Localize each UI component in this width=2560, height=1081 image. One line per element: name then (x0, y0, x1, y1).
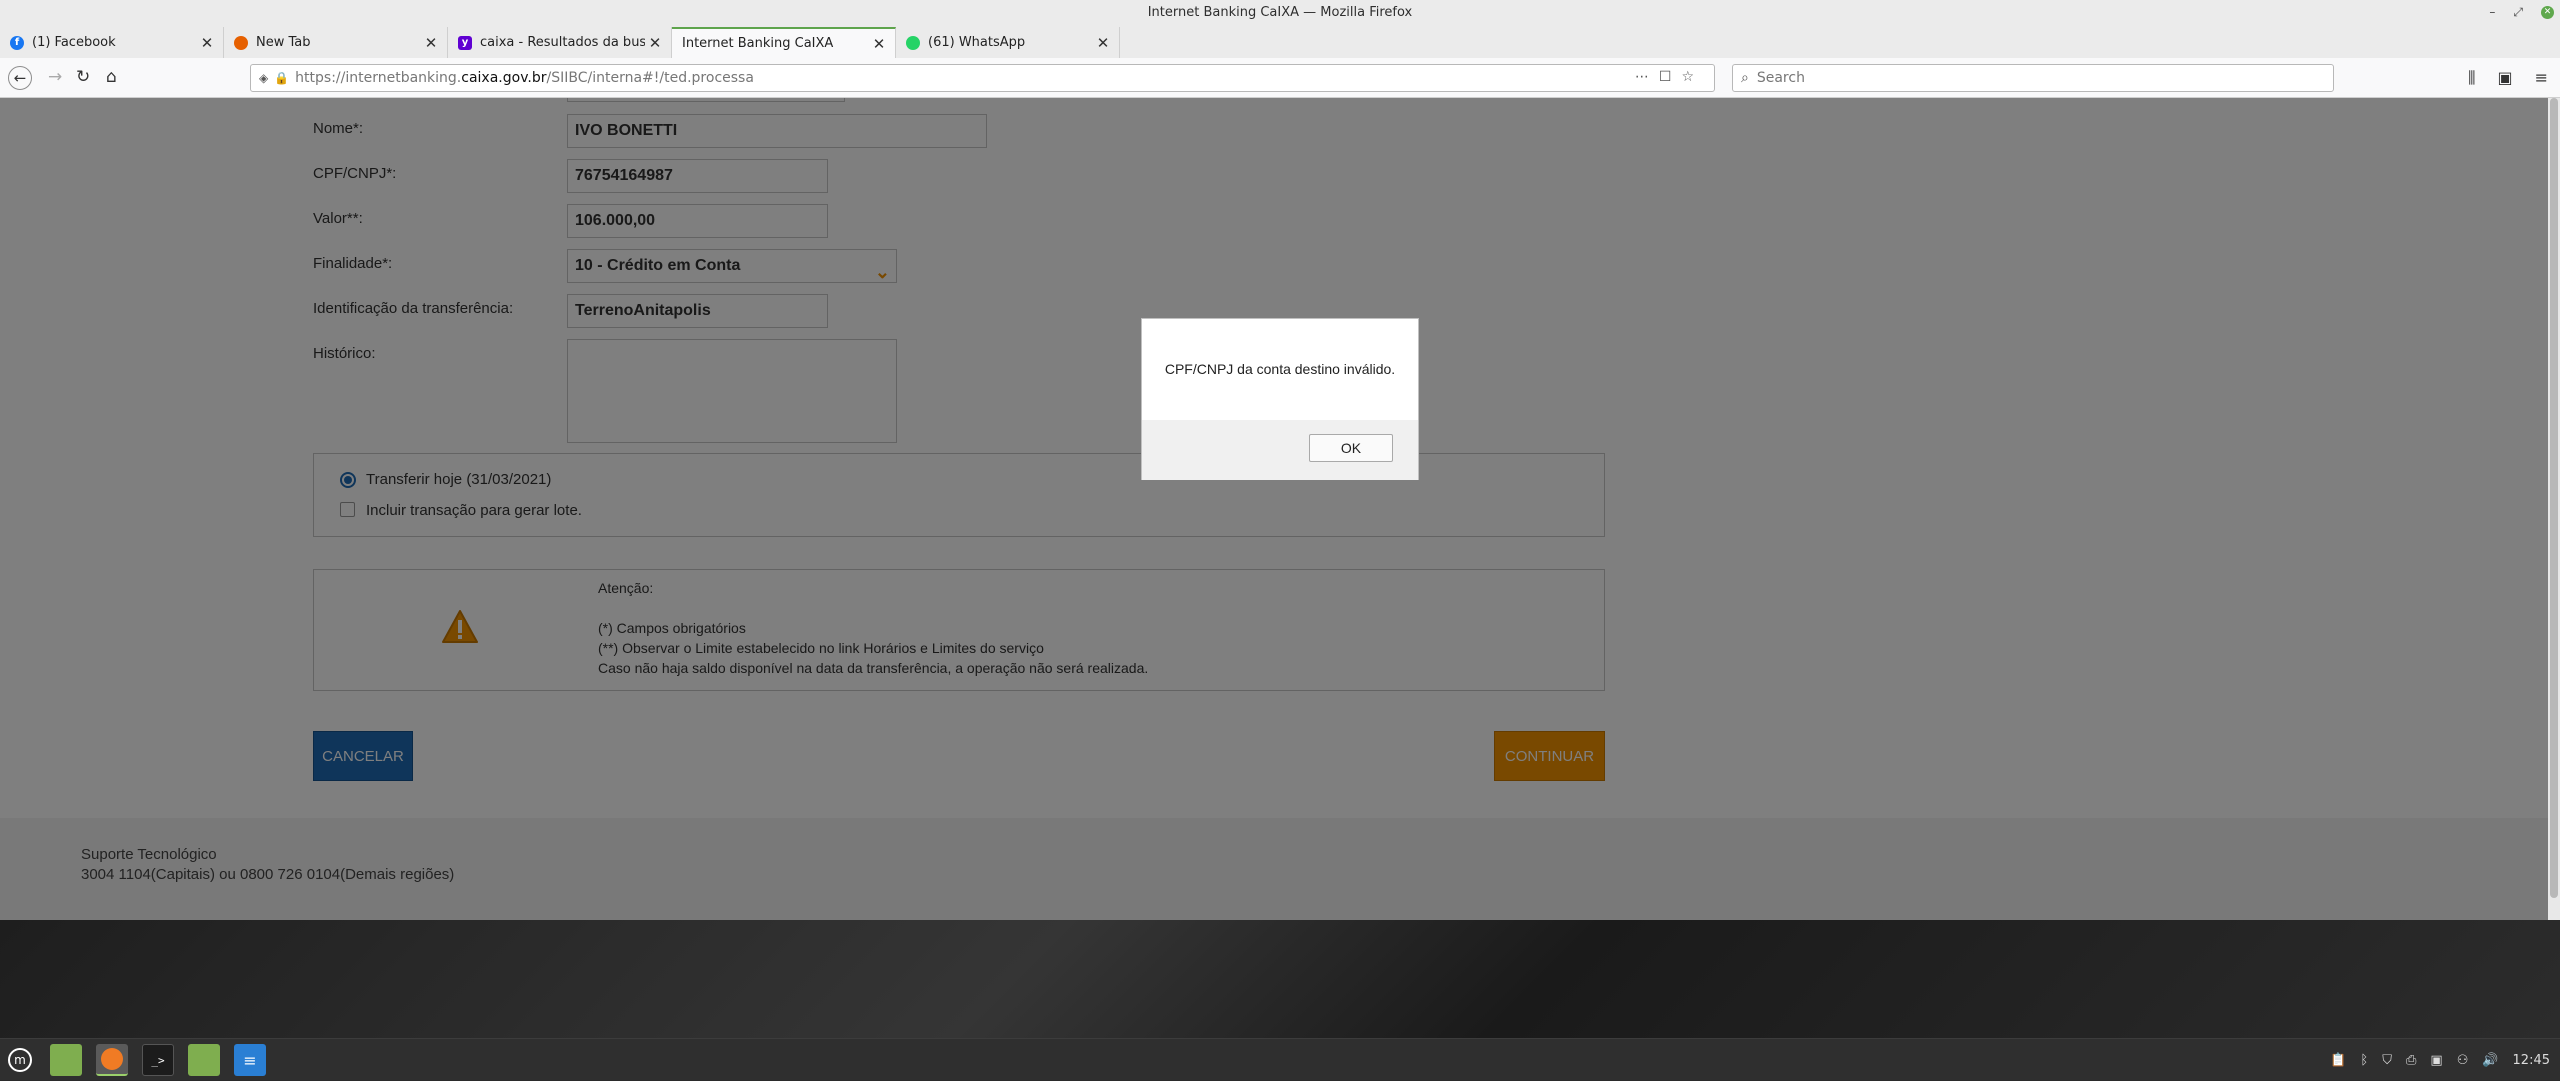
page-viewport: Nome*: IVO BONETTI CPF/CNPJ*: 7675416498… (0, 98, 2560, 920)
close-tab-icon[interactable]: ✕ (645, 34, 665, 52)
bluetooth-icon[interactable]: ᛒ (2360, 1053, 2368, 1068)
printer-icon[interactable]: ⎙ (2406, 1053, 2416, 1068)
firefox-taskbar-icon[interactable] (96, 1044, 128, 1076)
search-icon: ⌕ (1741, 70, 1749, 86)
facebook-icon: f (10, 35, 24, 50)
tab-bar: f (1) Facebook ✕ New Tab ✕ y caixa - Res… (0, 25, 2560, 76)
window-title: Internet Banking CaIXA — Mozilla Firefox (1147, 5, 1413, 20)
back-icon[interactable]: ← (8, 66, 32, 90)
sidebar-icon[interactable]: ▣ (2497, 68, 2512, 88)
taskbar: m _> ≡ 📋 ᛒ ⛉ ⎙ ▣ ⚇ 🔊 12:45 (0, 1038, 2560, 1080)
alert-dialog: CPF/CNPJ da conta destino inválido. OK (1141, 318, 1419, 480)
modal-overlay (0, 98, 2560, 920)
network-icon[interactable]: ⚇ (2457, 1053, 2469, 1068)
volume-icon[interactable]: 🔊 (2482, 1053, 2498, 1068)
search-input[interactable]: ⌕ Search (1732, 64, 2334, 92)
text-editor-icon[interactable]: ≡ (234, 1044, 266, 1076)
show-desktop-icon[interactable] (50, 1044, 82, 1076)
alert-footer: OK (1142, 420, 1418, 480)
menu-icon[interactable]: ≡ (2535, 68, 2548, 88)
navigation-bar: ← → ↻ ⌂ ◈🔒 https://internetbanking. caixa… (0, 58, 2560, 98)
scrollbar-thumb[interactable] (2550, 98, 2558, 898)
shield-lock-icon[interactable]: ◈🔒 (259, 71, 295, 85)
tab-new-tab[interactable]: New Tab ✕ (224, 27, 448, 58)
tab-yahoo-search[interactable]: y caixa - Resultados da busca ✕ (448, 27, 672, 58)
clipboard-icon[interactable]: 📋 (2330, 1053, 2346, 1068)
window-controls: – ⤢ ✕ (2489, 0, 2554, 25)
update-icon[interactable]: ▣ (2430, 1053, 2442, 1068)
clock[interactable]: 12:45 (2513, 1053, 2550, 1068)
alert-message: CPF/CNPJ da conta destino inválido. (1164, 361, 1396, 377)
close-window-icon[interactable]: ✕ (2541, 6, 2554, 19)
minimize-icon[interactable]: – (2489, 0, 2495, 25)
tab-internet-banking[interactable]: Internet Banking CaIXA ✕ (672, 27, 896, 58)
home-icon[interactable]: ⌂ (106, 67, 117, 87)
close-tab-icon[interactable]: ✕ (197, 34, 217, 52)
url-bar[interactable]: ◈🔒 https://internetbanking. caixa.gov.br /… (250, 64, 1715, 92)
page-scrollbar[interactable] (2548, 98, 2560, 920)
yahoo-icon: y (458, 35, 472, 50)
close-tab-icon[interactable]: ✕ (1093, 34, 1113, 52)
files-icon[interactable] (188, 1044, 220, 1076)
maximize-icon[interactable]: ⤢ (2513, 0, 2523, 25)
whatsapp-icon (906, 35, 920, 50)
system-tray: 📋 ᛒ ⛉ ⎙ ▣ ⚇ 🔊 12:45 (2330, 1039, 2550, 1081)
reload-icon[interactable]: ↻ (76, 67, 90, 87)
window-titlebar: Internet Banking CaIXA — Mozilla Firefox… (0, 0, 2560, 25)
page-actions-icon[interactable]: ⋯☐☆ (1635, 69, 1704, 85)
desktop-wallpaper (0, 920, 2560, 1038)
toolbar-right: ⫼ ▣ ≡ (2468, 68, 2548, 88)
tab-whatsapp[interactable]: (61) WhatsApp ✕ (896, 27, 1120, 58)
ok-button[interactable]: OK (1309, 434, 1393, 462)
mint-menu-icon[interactable]: m (4, 1044, 36, 1076)
shield-icon[interactable]: ⛉ (2382, 1053, 2392, 1068)
library-icon[interactable]: ⫼ (2468, 68, 2475, 88)
terminal-icon[interactable]: _> (142, 1044, 174, 1076)
close-tab-icon[interactable]: ✕ (869, 35, 889, 53)
forward-icon[interactable]: → (48, 67, 62, 87)
tab-facebook[interactable]: f (1) Facebook ✕ (0, 27, 224, 58)
firefox-icon (234, 35, 248, 50)
close-tab-icon[interactable]: ✕ (421, 34, 441, 52)
